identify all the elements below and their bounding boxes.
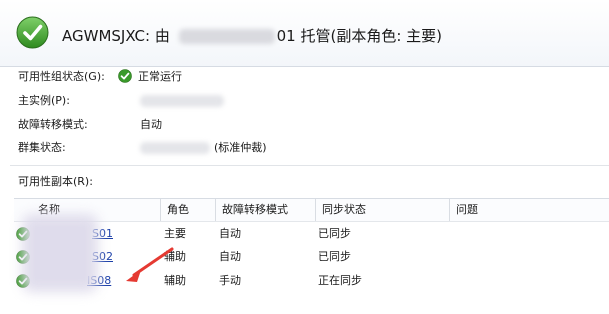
table-row[interactable]: S01 主要 自动 已同步 xyxy=(14,223,609,245)
primary-instance-row: 主实例(P): xyxy=(18,91,224,111)
replica-sync-state: 正在同步 xyxy=(318,274,362,287)
title-prefix: AGWMSJXC: 由 xyxy=(62,27,170,45)
replica-role: 主要 xyxy=(164,227,186,240)
redacted-server-name xyxy=(178,29,275,44)
replicas-section-label: 可用性副本(R): xyxy=(18,175,93,188)
cluster-state-value: (标准仲裁) xyxy=(214,141,267,154)
check-circle-icon xyxy=(16,16,49,49)
failover-mode-label: 故障转移模式: xyxy=(18,118,88,131)
primary-instance-label: 主实例(P): xyxy=(18,94,70,107)
replica-failover-mode: 自动 xyxy=(219,250,241,263)
replica-sync-state: 已同步 xyxy=(318,227,351,240)
redacted-primary-instance xyxy=(140,95,224,107)
annotation-arrow-icon xyxy=(126,247,174,282)
replica-sync-state: 已同步 xyxy=(318,250,351,263)
failover-mode-value: 自动 xyxy=(140,118,162,131)
column-header-failover-mode[interactable]: 故障转移模式 xyxy=(215,199,315,221)
redacted-cluster-name xyxy=(140,142,210,154)
section-divider xyxy=(10,165,609,166)
cluster-state-label: 群集状态: xyxy=(18,141,66,154)
ag-status-label: 可用性组状态(G): xyxy=(18,70,105,83)
dashboard-header: AGWMSJXC: 由 01 托管(副本角色: 主要) xyxy=(0,0,609,67)
table-row[interactable]: S02 辅助 自动 已同步 xyxy=(14,246,609,268)
title-suffix: 01 托管(副本角色: 主要) xyxy=(276,27,442,45)
grid-header: 名称 角色 故障转移模式 同步状态 问题 xyxy=(14,199,609,222)
table-row[interactable]: IS08 辅助 手动 正在同步 xyxy=(14,270,609,292)
column-header-sync-state[interactable]: 同步状态 xyxy=(315,199,449,221)
redacted-replica-names xyxy=(22,214,98,292)
replica-failover-mode: 手动 xyxy=(219,274,241,287)
page-title: AGWMSJXC: 由 01 托管(副本角色: 主要) xyxy=(62,25,442,46)
ag-status-value: 正常运行 xyxy=(138,70,182,83)
replica-failover-mode: 自动 xyxy=(219,227,241,240)
cluster-state-row: 群集状态: (标准仲裁) xyxy=(18,138,267,158)
ag-status-row: 可用性组状态(G): 正常运行 xyxy=(18,67,182,87)
check-circle-icon xyxy=(118,69,132,83)
failover-mode-row: 故障转移模式: 自动 xyxy=(18,115,162,135)
column-header-issues[interactable]: 问题 xyxy=(449,199,609,221)
replicas-grid[interactable]: 名称 角色 故障转移模式 同步状态 问题 S01 主要 自动 已同步 S02 辅… xyxy=(14,198,609,314)
column-header-role[interactable]: 角色 xyxy=(160,199,215,221)
